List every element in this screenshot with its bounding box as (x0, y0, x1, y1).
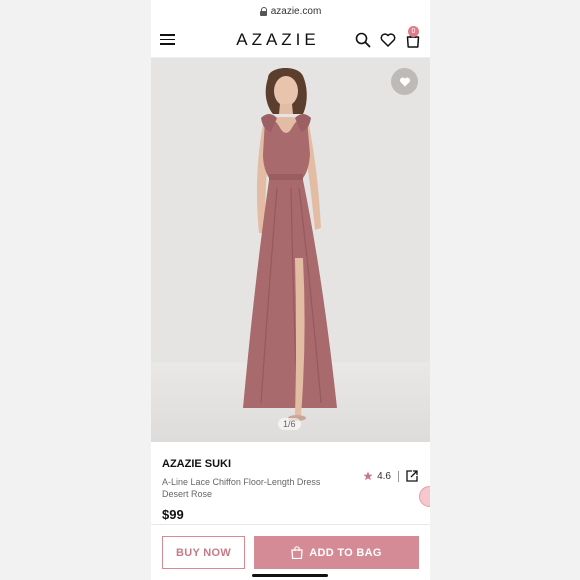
rating-value[interactable]: 4.6 (377, 471, 391, 482)
buy-now-button[interactable]: BUY NOW (162, 536, 245, 569)
add-to-bag-label: ADD TO BAG (309, 546, 382, 559)
product-color: Desert Rose (162, 489, 213, 499)
site-logo[interactable]: AZAZIE (236, 30, 320, 50)
model-in-dress-illustration (243, 67, 337, 421)
product-info: AZAZIE SUKI A-Line Lace Chiffon Floor-Le… (151, 442, 430, 522)
search-icon[interactable] (355, 32, 371, 48)
home-indicator[interactable] (252, 574, 328, 577)
product-image[interactable]: 1/6 (151, 58, 430, 442)
share-icon[interactable] (406, 470, 418, 482)
product-title: A-Line Lace Chiffon Floor-Length Dress (162, 477, 321, 487)
product-price: $99 (162, 507, 184, 522)
bag-count-badge: 0 (407, 25, 419, 37)
gallery-counter: 1/6 (278, 418, 301, 430)
phone-screen: azazie.com AZAZIE 0 1/6 AZAZIE SUKI A-Li… (151, 0, 430, 580)
add-to-bag-button[interactable]: ADD TO BAG (254, 536, 419, 569)
product-name: A-Line Lace Chiffon Floor-Length Dress D… (162, 476, 337, 500)
star-icon (363, 471, 373, 481)
lock-icon (259, 6, 268, 16)
divider (398, 470, 399, 482)
action-bar: BUY NOW ADD TO BAG (151, 524, 430, 580)
bag-icon[interactable]: 0 (405, 25, 421, 48)
rating-row: 4.6 (363, 470, 418, 482)
bag-icon (291, 546, 303, 559)
heart-icon (399, 77, 410, 86)
chat-bubble-icon[interactable] (419, 486, 430, 507)
url-text: azazie.com (270, 5, 322, 17)
wishlist-heart-button[interactable] (391, 68, 418, 95)
url-bar[interactable]: azazie.com (151, 0, 430, 22)
header-icons: 0 (355, 25, 421, 48)
product-brand: AZAZIE SUKI (162, 458, 232, 470)
heart-icon[interactable] (380, 32, 396, 48)
site-header: AZAZIE 0 (151, 22, 430, 58)
menu-icon[interactable] (160, 34, 175, 45)
